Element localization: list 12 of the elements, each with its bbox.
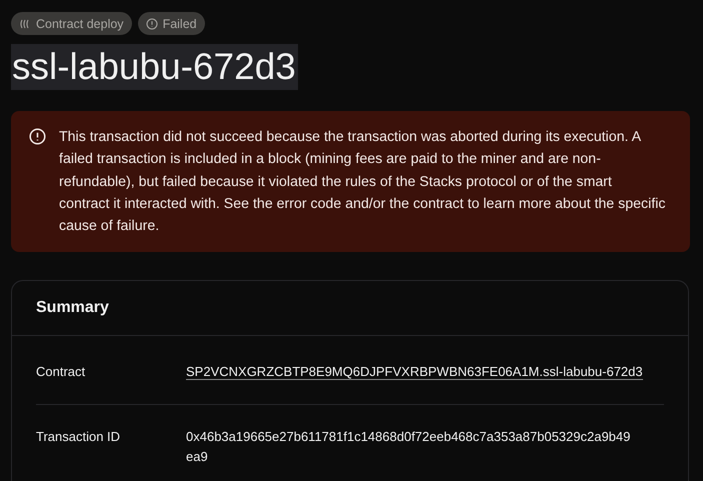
field-label: Contract [36,363,86,382]
exclamation-circle-icon [29,128,46,145]
parentheses-icon [19,18,31,30]
alert-message: This transaction did not succeed because the transaction was aborted during its execution. A failed transaction is included in a block (mining fees are paid to the miner and are non-refundable), but failed because it violated the rules of the Stacks protocol or of the smart contract it interacted with. See the error code and/or the contract to learn more about the specific cause of failure. [59,128,666,236]
page-title: ssl-labubu-672d3 [11,44,298,90]
field-label: Transaction ID [36,428,122,446]
field-value: 0x46b3a19665e27b611781f1c14868d0f72eeb468c7a353a87b05329c2a9b49ea9 [186,429,630,464]
card-title: Summary [12,281,688,336]
contract-link[interactable]: SP2VCNXGRZCBTP8E9MQ6DJPFVXRBPWBN63FE06A1M.ssl-labubu-672d3 [186,364,643,380]
status-badge: Failed [138,12,205,35]
type-badge: Contract deploy [11,12,132,35]
exclamation-circle-icon [146,18,158,30]
